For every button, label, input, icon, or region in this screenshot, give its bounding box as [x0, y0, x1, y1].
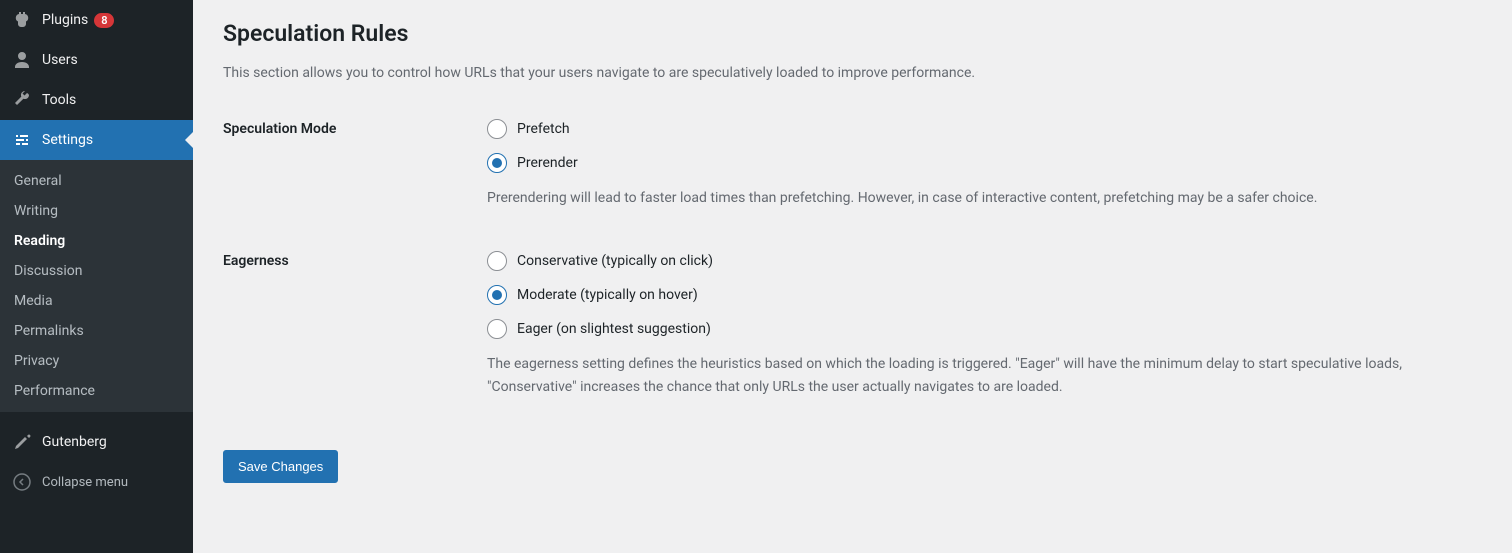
- radio-label: Prefetch: [517, 121, 570, 137]
- radio-label: Eager (on slightest suggestion): [517, 321, 711, 337]
- admin-sidebar: Plugins 8 Users Tools Settings General W…: [0, 0, 193, 553]
- page-description: This section allows you to control how U…: [223, 65, 1482, 81]
- sidebar-item-label: Users: [42, 52, 78, 68]
- sidebar-item-label: Tools: [42, 92, 76, 108]
- submenu-item-media[interactable]: Media: [0, 286, 193, 316]
- eagerness-label: Eagerness: [223, 251, 487, 398]
- radio-conservative[interactable]: Conservative (typically on click): [487, 251, 1482, 271]
- radio-eager[interactable]: Eager (on slightest suggestion): [487, 319, 1482, 339]
- submenu-item-general[interactable]: General: [0, 166, 193, 196]
- radio-label: Conservative (typically on click): [517, 253, 713, 269]
- radio-input[interactable]: [487, 119, 507, 139]
- users-icon: [12, 50, 32, 70]
- sidebar-item-settings[interactable]: Settings: [0, 120, 193, 160]
- sidebar-item-users[interactable]: Users: [0, 40, 193, 80]
- radio-prefetch[interactable]: Prefetch: [487, 119, 1482, 139]
- collapse-icon: [12, 472, 32, 492]
- sidebar-item-label: Settings: [42, 132, 93, 148]
- radio-label: Prerender: [517, 155, 578, 171]
- submenu-item-permalinks[interactable]: Permalinks: [0, 316, 193, 346]
- save-button[interactable]: Save Changes: [223, 450, 338, 483]
- collapse-label: Collapse menu: [42, 475, 128, 490]
- radio-input[interactable]: [487, 285, 507, 305]
- speculation-mode-row: Speculation Mode Prefetch Prerender Prer…: [223, 119, 1482, 209]
- sidebar-item-tools[interactable]: Tools: [0, 80, 193, 120]
- submenu-item-writing[interactable]: Writing: [0, 196, 193, 226]
- speculation-mode-field: Prefetch Prerender Prerendering will lea…: [487, 119, 1482, 209]
- radio-input[interactable]: [487, 251, 507, 271]
- plugins-icon: [12, 10, 32, 30]
- plugins-badge: 8: [94, 13, 114, 28]
- tools-icon: [12, 90, 32, 110]
- radio-moderate[interactable]: Moderate (typically on hover): [487, 285, 1482, 305]
- main-content: Speculation Rules This section allows yo…: [193, 0, 1512, 553]
- radio-label: Moderate (typically on hover): [517, 287, 698, 303]
- submenu-item-reading[interactable]: Reading: [0, 226, 193, 256]
- radio-input[interactable]: [487, 319, 507, 339]
- submenu-item-privacy[interactable]: Privacy: [0, 346, 193, 376]
- radio-input[interactable]: [487, 153, 507, 173]
- eagerness-help-text: The eagerness setting defines the heuris…: [487, 353, 1482, 398]
- submenu-item-discussion[interactable]: Discussion: [0, 256, 193, 286]
- collapse-menu-button[interactable]: Collapse menu: [0, 462, 193, 502]
- sidebar-item-label: Plugins: [42, 12, 88, 28]
- gutenberg-icon: [12, 432, 32, 452]
- eagerness-row: Eagerness Conservative (typically on cli…: [223, 251, 1482, 398]
- page-title: Speculation Rules: [223, 20, 1482, 47]
- settings-submenu: General Writing Reading Discussion Media…: [0, 160, 193, 412]
- eagerness-field: Conservative (typically on click) Modera…: [487, 251, 1482, 398]
- sidebar-item-gutenberg[interactable]: Gutenberg: [0, 422, 193, 462]
- menu-separator: [0, 412, 193, 422]
- sidebar-item-label: Gutenberg: [42, 434, 107, 450]
- speculation-mode-label: Speculation Mode: [223, 119, 487, 209]
- sidebar-item-plugins[interactable]: Plugins 8: [0, 0, 193, 40]
- radio-prerender[interactable]: Prerender: [487, 153, 1482, 173]
- mode-help-text: Prerendering will lead to faster load ti…: [487, 187, 1482, 209]
- submenu-item-performance[interactable]: Performance: [0, 376, 193, 406]
- settings-icon: [12, 130, 32, 150]
